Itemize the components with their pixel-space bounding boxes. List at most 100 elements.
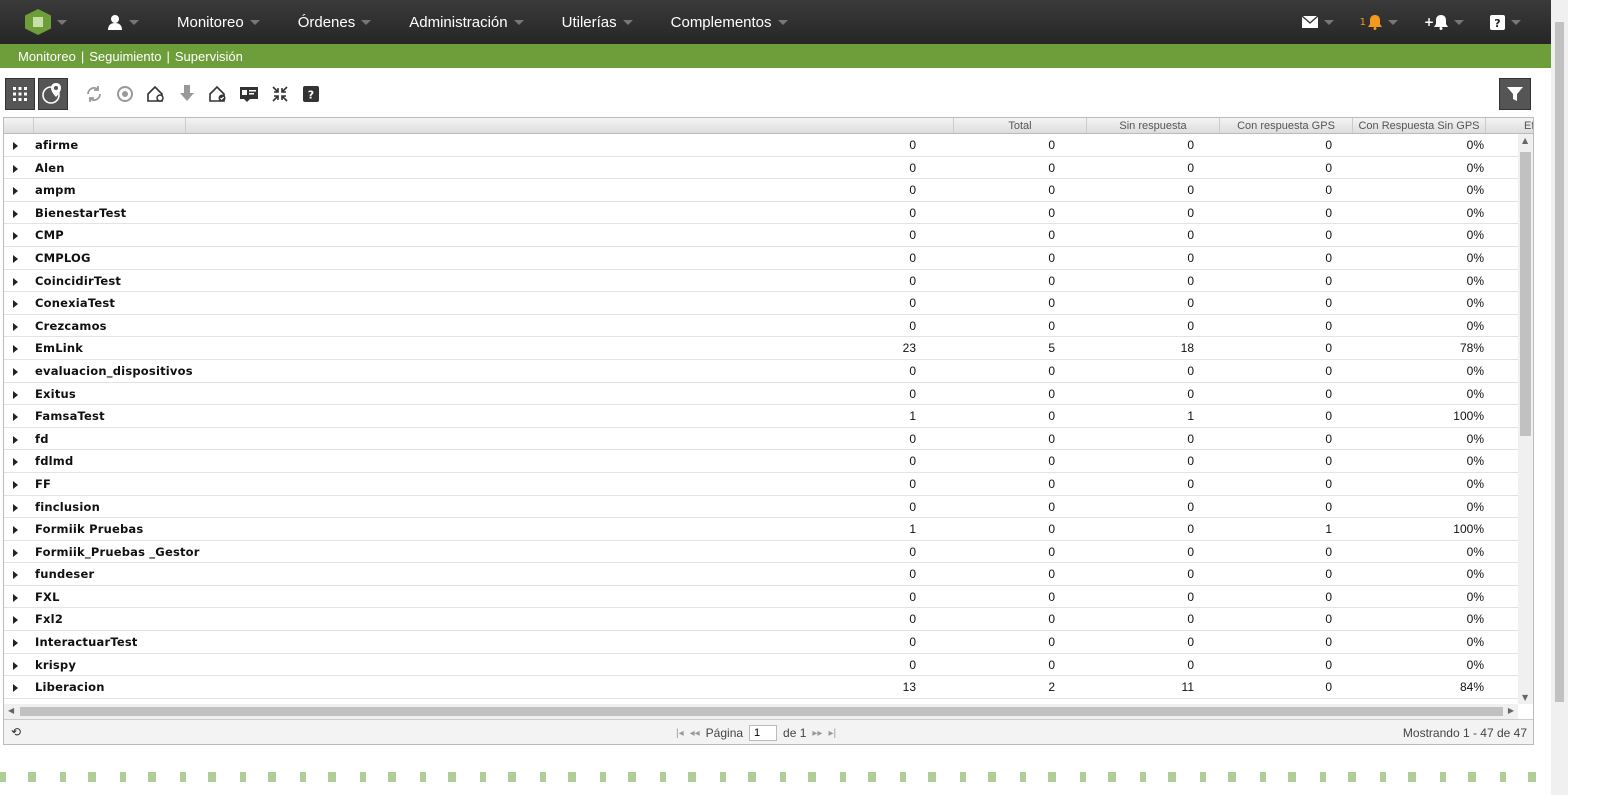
scroll-up-icon[interactable]: ▲ [1522, 136, 1528, 145]
expand-row-icon[interactable] [13, 164, 18, 173]
collapse-button[interactable] [264, 78, 295, 110]
table-row[interactable]: afirme 0 0 0 0 0% [4, 134, 1518, 157]
table-row[interactable]: FXL 0 0 0 0 0% [4, 586, 1518, 609]
expand-row-icon[interactable] [13, 458, 18, 467]
app-logo-icon[interactable] [25, 9, 51, 35]
table-row[interactable]: Fxl2 0 0 0 0 0% [4, 608, 1518, 632]
filter-button[interactable] [1499, 78, 1531, 110]
pager-refresh-icon[interactable]: ⟲ [11, 725, 21, 739]
expand-row-icon[interactable] [13, 503, 18, 512]
expand-row-icon[interactable] [13, 322, 18, 331]
last-page-icon[interactable]: ▸| [828, 728, 836, 739]
expand-row-icon[interactable] [13, 480, 18, 489]
help-button[interactable]: ? [295, 78, 326, 110]
first-page-icon[interactable]: |◂ [676, 728, 684, 739]
home-check-button[interactable] [202, 78, 233, 110]
subnav-seguimiento[interactable]: Seguimiento [89, 49, 161, 64]
vertical-scrollbar[interactable]: ▲ ▼ [1518, 134, 1533, 704]
expand-row-icon[interactable] [13, 254, 18, 263]
header-sin-gps[interactable]: Con Respuesta Sin GPS [1353, 118, 1486, 133]
scroll-right-icon[interactable]: ▶ [1508, 706, 1514, 715]
row-cell-c5: 0% [1466, 431, 1484, 446]
table-row[interactable]: CoincidirTest 0 0 0 0 0% [4, 270, 1518, 293]
table-row[interactable]: fundeser 0 0 0 0 0% [4, 563, 1518, 586]
expand-row-icon[interactable] [13, 367, 18, 376]
table-row[interactable]: ConexiaTest 0 0 0 0 0% [4, 292, 1518, 315]
expand-row-icon[interactable] [13, 209, 18, 218]
table-row[interactable]: InteractuarTest 0 0 0 0 0% [4, 631, 1518, 654]
alerts-menu[interactable]: 1 [1360, 14, 1398, 30]
header-efectividad[interactable]: Ef [1486, 118, 1533, 133]
table-row[interactable]: krispy 0 0 0 0 0% [4, 654, 1518, 677]
nav-complementos[interactable]: Complementos [671, 14, 788, 31]
table-row[interactable]: Crezcamos 0 0 0 0 0% [4, 315, 1518, 338]
scroll-thumb[interactable] [1520, 152, 1531, 436]
expand-row-icon[interactable] [13, 345, 18, 354]
nav-utilerias[interactable]: Utilerías [562, 14, 633, 31]
scroll-thumb[interactable] [1555, 22, 1564, 702]
messages-menu[interactable] [1301, 16, 1334, 28]
add-alert-menu[interactable]: + [1424, 14, 1464, 30]
expand-row-icon[interactable] [13, 684, 18, 693]
expand-row-icon[interactable] [13, 593, 18, 602]
table-row[interactable]: fdlmd 0 0 0 0 0% [4, 450, 1518, 473]
header-total[interactable]: Total [954, 118, 1087, 133]
scroll-thumb[interactable] [20, 707, 1503, 716]
header-name[interactable] [34, 118, 186, 133]
nav-monitoreo[interactable]: Monitoreo [177, 14, 260, 31]
nav-administracion[interactable]: Administración [409, 14, 524, 31]
expand-row-icon[interactable] [13, 435, 18, 444]
expand-row-icon[interactable] [13, 571, 18, 580]
expand-row-icon[interactable] [13, 548, 18, 557]
subnav-supervision[interactable]: Supervisión [175, 49, 243, 64]
expand-row-icon[interactable] [13, 232, 18, 241]
table-row[interactable]: CMPLOG 0 0 0 0 0% [4, 247, 1518, 270]
help-menu[interactable]: ? [1490, 14, 1521, 30]
horizontal-scrollbar[interactable]: ◀ ▶ [4, 704, 1518, 719]
download-button[interactable] [171, 78, 202, 110]
header-con-gps[interactable]: Con respuesta GPS [1220, 118, 1353, 133]
table-row[interactable]: FF 0 0 0 0 0% [4, 473, 1518, 496]
id-card-button[interactable] [233, 78, 264, 110]
refresh-button[interactable] [78, 78, 109, 110]
expand-row-icon[interactable] [13, 277, 18, 286]
expand-row-icon[interactable] [13, 526, 18, 535]
logo-dropdown-caret[interactable] [57, 19, 67, 25]
table-row[interactable]: Exitus 0 0 0 0 0% [4, 383, 1518, 406]
user-menu[interactable] [107, 14, 139, 30]
next-page-icon[interactable]: ▸▸ [812, 728, 822, 739]
table-row[interactable]: finclusion 0 0 0 0 0% [4, 496, 1518, 519]
table-row[interactable]: Alen 0 0 0 0 0% [4, 157, 1518, 180]
table-row[interactable]: Formiik Pruebas 1 0 0 1 100% [4, 518, 1518, 541]
table-row[interactable]: ampm 0 0 0 0 0% [4, 179, 1518, 202]
header-sin-respuesta[interactable]: Sin respuesta [1087, 118, 1220, 133]
nav-ordenes[interactable]: Órdenes [298, 14, 372, 31]
table-row[interactable]: fd 0 0 0 0 0% [4, 428, 1518, 451]
expand-row-icon[interactable] [13, 616, 18, 625]
table-row[interactable]: BienestarTest 0 0 0 0 0% [4, 202, 1518, 225]
expand-row-icon[interactable] [13, 413, 18, 422]
table-row[interactable]: Formiik_Pruebas _Gestor 0 0 0 0 0% [4, 541, 1518, 564]
expand-row-icon[interactable] [13, 390, 18, 399]
scroll-down-icon[interactable]: ▼ [1522, 693, 1528, 702]
table-row[interactable]: CMP 0 0 0 0 0% [4, 224, 1518, 247]
header-col0[interactable] [186, 118, 954, 133]
table-row[interactable]: FamsaTest 1 0 1 0 100% [4, 405, 1518, 428]
expand-row-icon[interactable] [13, 142, 18, 150]
home-search-button[interactable] [140, 78, 171, 110]
subnav-monitoreo[interactable]: Monitoreo [18, 49, 76, 64]
table-row[interactable]: Liberacion 13 2 11 0 84% [4, 676, 1518, 699]
table-row[interactable]: evaluacion_dispositivos 0 0 0 0 0% [4, 360, 1518, 383]
scroll-left-icon[interactable]: ◀ [8, 706, 14, 715]
target-button[interactable] [109, 78, 140, 110]
expand-row-icon[interactable] [13, 639, 18, 648]
page-scrollbar[interactable] [1551, 0, 1568, 795]
map-view-button[interactable] [38, 78, 68, 110]
expand-row-icon[interactable] [13, 661, 18, 670]
table-row[interactable]: EmLink 23 5 18 0 78% [4, 337, 1518, 360]
expand-row-icon[interactable] [13, 187, 18, 196]
page-input[interactable] [749, 725, 778, 741]
expand-row-icon[interactable] [13, 300, 18, 309]
prev-page-icon[interactable]: ◂◂ [690, 728, 700, 739]
grid-view-button[interactable] [5, 78, 35, 110]
